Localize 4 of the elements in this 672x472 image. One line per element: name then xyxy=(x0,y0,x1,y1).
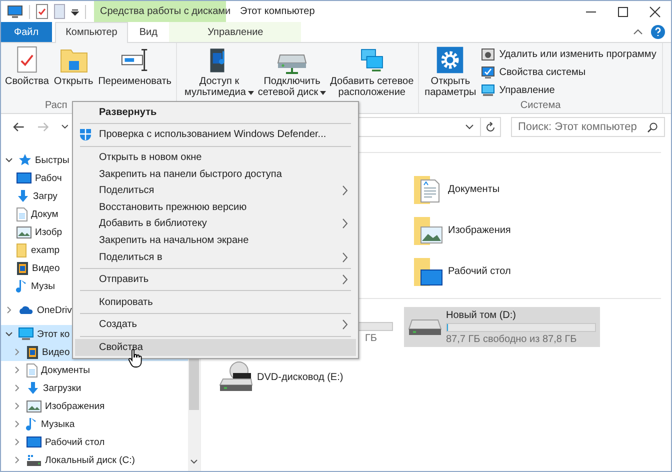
free-space-text: ГБ xyxy=(365,333,378,344)
window-title: Этот компьютер xyxy=(240,6,315,17)
group-label: Система xyxy=(520,100,561,111)
group-label: Расп xyxy=(45,100,68,111)
